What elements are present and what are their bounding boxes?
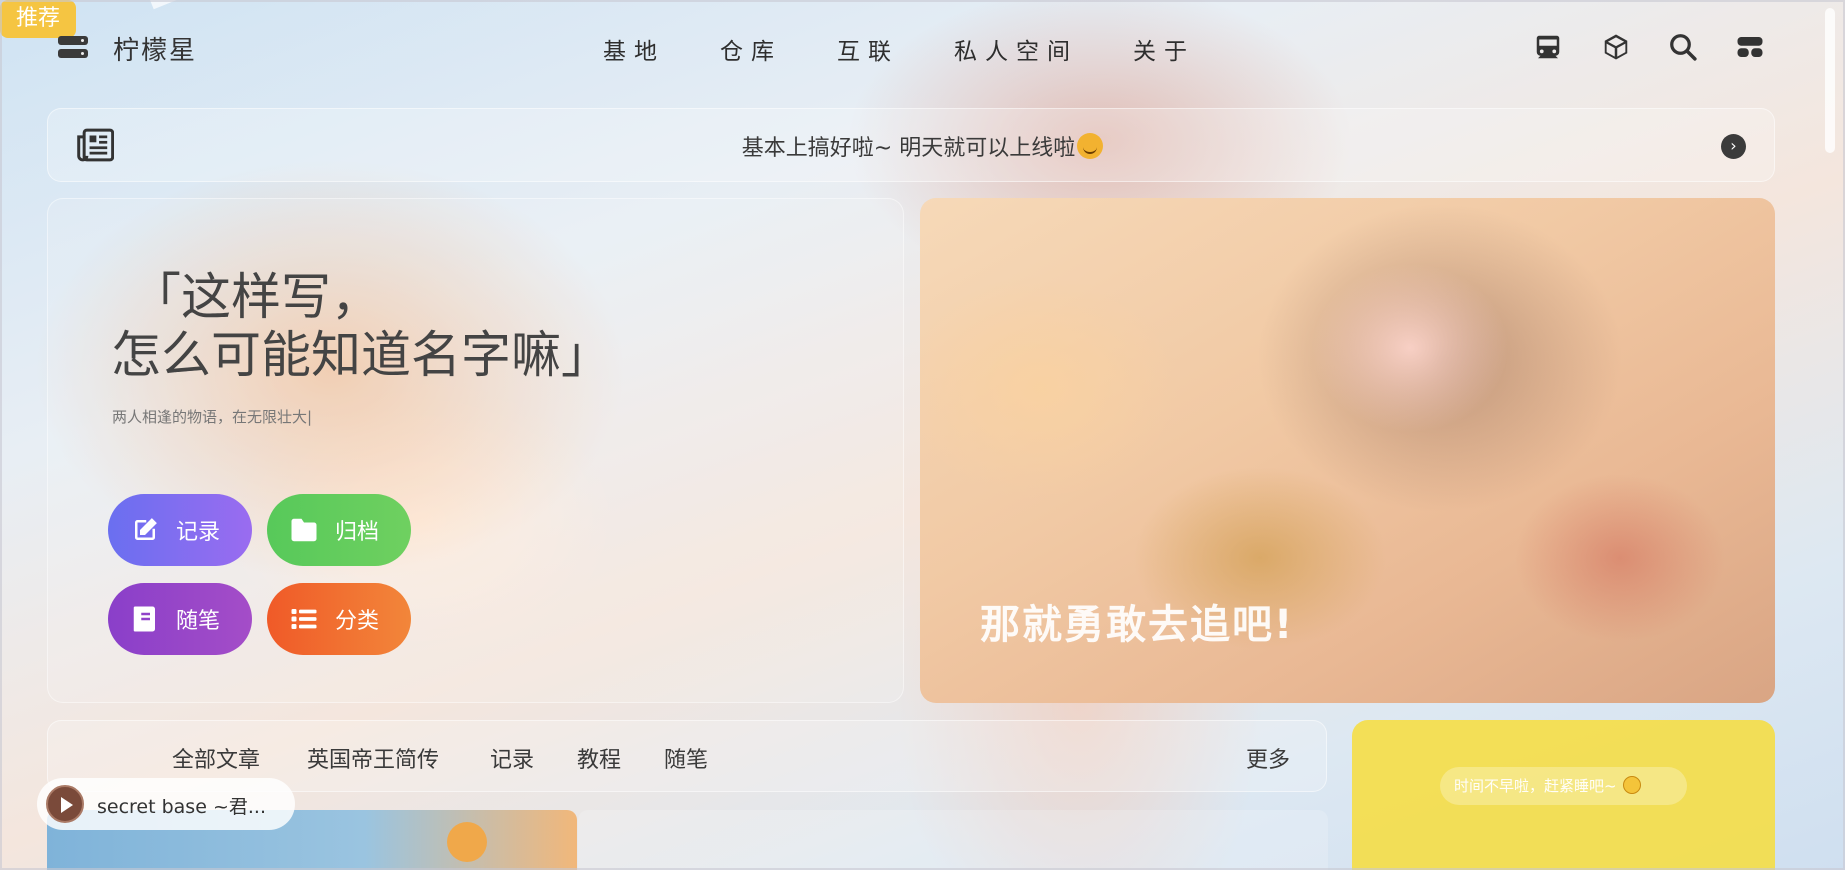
- page-frame: [0, 0, 1845, 870]
